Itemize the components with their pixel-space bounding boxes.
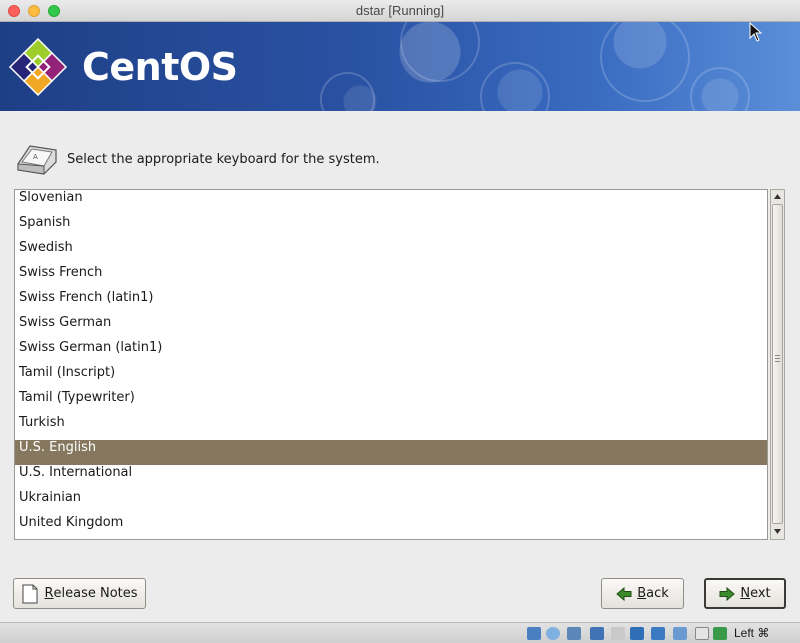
scroll-up-arrow-icon[interactable]: [772, 190, 783, 203]
host-key-label: Left ⌘: [734, 626, 770, 640]
list-item[interactable]: Swiss French: [15, 265, 767, 290]
centos-banner: CentOS: [0, 22, 800, 111]
keyboard-key-icon: A: [17, 145, 57, 175]
audio-icon[interactable]: [567, 627, 581, 640]
release-notes-button[interactable]: Release Notes: [13, 578, 146, 609]
list-item[interactable]: Swiss German (latin1): [15, 340, 767, 365]
next-button[interactable]: Next: [704, 578, 786, 609]
document-icon: [22, 584, 38, 603]
list-item[interactable]: Spanish: [15, 215, 767, 240]
prompt-text: Select the appropriate keyboard for the …: [67, 152, 380, 167]
usb-icon[interactable]: [611, 627, 625, 640]
list-item[interactable]: Swiss French (latin1): [15, 290, 767, 315]
list-item[interactable]: U.S. International: [15, 465, 767, 490]
window-titlebar[interactable]: dstar [Running]: [0, 0, 800, 22]
arrow-right-icon: [719, 586, 736, 601]
cpu-icon[interactable]: [713, 627, 727, 640]
window-title: dstar [Running]: [355, 3, 445, 18]
optical-drive-icon[interactable]: [546, 627, 560, 640]
centos-wordmark: CentOS: [82, 45, 238, 89]
list-item[interactable]: Swedish: [15, 240, 767, 265]
mouse-pointer-icon: [749, 22, 763, 42]
display-icon[interactable]: [651, 627, 665, 640]
list-item[interactable]: Turkish: [15, 415, 767, 440]
arrow-left-icon: [616, 586, 632, 601]
vm-statusbar: Left ⌘: [0, 622, 800, 643]
keyboard-list-scrollbar[interactable]: [770, 189, 785, 540]
scroll-thumb[interactable]: [772, 204, 783, 524]
video-capture-icon[interactable]: [673, 627, 687, 640]
drag-drop-icon[interactable]: [695, 627, 709, 640]
list-item-selected[interactable]: U.S. English: [15, 440, 767, 465]
scroll-down-arrow-icon[interactable]: [772, 525, 783, 538]
list-item[interactable]: United Kingdom: [15, 515, 767, 539]
back-button[interactable]: Back: [601, 578, 684, 609]
keyboard-list[interactable]: Slovenian Spanish Swedish Swiss French Swiss…: [14, 189, 768, 540]
list-item[interactable]: Tamil (Inscript): [15, 365, 767, 390]
list-item[interactable]: Swiss German: [15, 315, 767, 340]
centos-logo-icon: [8, 37, 68, 97]
svg-text:A: A: [33, 153, 38, 161]
shared-folder-icon[interactable]: [630, 627, 644, 640]
list-item[interactable]: Ukrainian: [15, 490, 767, 515]
list-item[interactable]: Slovenian: [15, 190, 767, 215]
list-item[interactable]: Tamil (Typewriter): [15, 390, 767, 415]
network-icon[interactable]: [590, 627, 604, 640]
hard-disk-icon[interactable]: [527, 627, 541, 640]
